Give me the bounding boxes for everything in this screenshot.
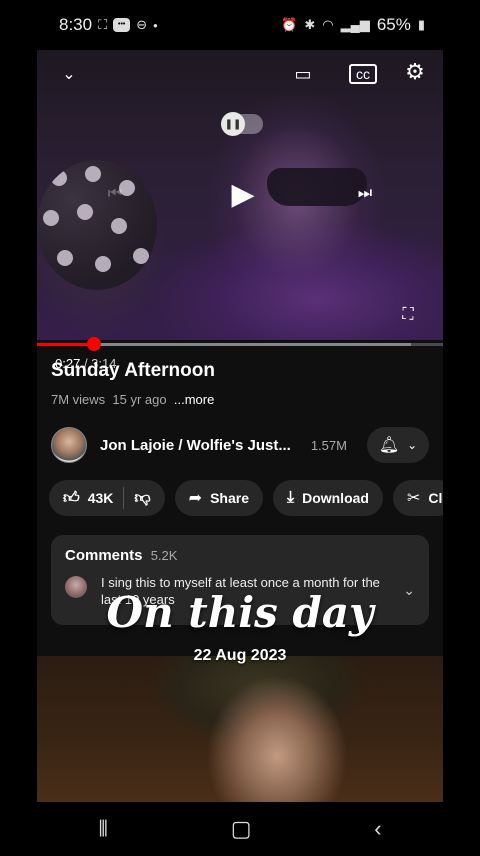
subscriber-count: 1.57M (310, 437, 347, 453)
battery-level: 65% (376, 15, 411, 34)
bluetooth-icon: ✱ (304, 17, 316, 32)
wifi-icon: ◠ (322, 17, 334, 32)
signal-icon: ▂▄▆ (340, 17, 370, 32)
clip-button[interactable]: ✂ Cl (392, 480, 443, 516)
more-link[interactable]: ...more (174, 392, 214, 407)
divider (123, 487, 125, 509)
action-bar: 👍︎ 43K 👎︎ ➦ Share ⤓ Download ✂ Cl (49, 480, 443, 516)
comments-count: 5.2K (150, 548, 178, 563)
share-icon: ➦ (188, 490, 203, 507)
video-player[interactable]: ⌄ ❚❚ ▭ cc ⚙ ⏮ ▶ ⏭ 0:27 / 3:14 ⛶ (37, 50, 443, 371)
video-meta[interactable]: 7M views 15 yr ago ...more (51, 392, 214, 407)
minimize-chevron-icon[interactable]: ⌄ (57, 62, 81, 86)
screen-capture-icon: ⛶ (98, 17, 108, 32)
autoplay-toggle[interactable]: ❚❚ (221, 112, 263, 136)
like-dislike-group: 👍︎ 43K 👎︎ (49, 480, 165, 516)
share-button[interactable]: ➦ Share (174, 480, 263, 516)
memory-date: 22 Aug 2023 (193, 647, 287, 664)
comments-heading: Comments (65, 547, 143, 564)
previous-video-icon: ⏮ (107, 185, 123, 202)
fullscreen-icon[interactable]: ⛶ (397, 304, 419, 326)
messenger-icon: ••• (113, 18, 131, 32)
alarm-icon: ⏰ (281, 17, 298, 32)
thumbs-up-icon[interactable]: 👍︎ (63, 489, 80, 508)
clip-label: Cl (428, 490, 443, 506)
progress-bar[interactable] (37, 337, 443, 351)
thumbs-down-icon[interactable]: 👎︎ (134, 489, 150, 508)
do-not-disturb-icon: ⊖ (136, 17, 148, 32)
view-count: 7M views (51, 392, 106, 407)
bell-icon: 🔔︎ (378, 437, 400, 454)
next-video-icon[interactable]: ⏭ (351, 180, 379, 208)
buffered-bar (94, 343, 411, 346)
scrubber-handle[interactable] (87, 337, 101, 351)
channel-avatar[interactable] (51, 427, 87, 463)
share-label: Share (210, 490, 249, 506)
dot-icon: • (153, 17, 158, 33)
like-count[interactable]: 43K (88, 490, 114, 506)
download-icon: ⤓ (287, 489, 295, 506)
status-bar: 8:30 ⛶ ••• ⊖ • ⏰ ✱ ◠ ▂▄▆ 65% ▮ (37, 0, 443, 50)
next-video-thumbnail[interactable] (37, 656, 443, 802)
download-label: Download (302, 490, 369, 506)
cast-icon[interactable]: ▭ (289, 60, 317, 88)
back-icon[interactable]: ‹ (374, 816, 381, 842)
channel-row[interactable]: Jon Lajoie / Wolfie's Just... 1.57M 🔔︎ ⌄ (51, 425, 429, 465)
scissors-icon: ✂ (406, 490, 421, 507)
played-bar (37, 343, 94, 346)
disco-ball-image (37, 160, 157, 290)
chevron-down-icon: ⌄ (407, 438, 418, 452)
pause-icon: ❚❚ (221, 112, 245, 136)
clock: 8:30 (59, 15, 93, 34)
notification-bell-button[interactable]: 🔔︎ ⌄ (367, 427, 429, 463)
battery-icon: ▮ (417, 17, 425, 32)
on-this-day-title: On this day (106, 588, 374, 637)
settings-gear-icon[interactable]: ⚙ (401, 58, 429, 86)
video-title: Sunday Afternoon (51, 360, 215, 381)
play-icon[interactable]: ▶ (225, 174, 261, 214)
home-icon[interactable]: ▢ (231, 816, 252, 842)
recent-apps-icon[interactable]: ⦀ (98, 816, 108, 842)
captions-icon[interactable]: cc (349, 64, 377, 84)
download-button[interactable]: ⤓ Download (273, 480, 383, 516)
android-navigation-bar: ⦀ ▢ ‹ (37, 802, 443, 856)
upload-age: 15 yr ago (112, 392, 167, 407)
channel-name[interactable]: Jon Lajoie / Wolfie's Just... (100, 437, 291, 454)
comments-header: Comments 5.2K (65, 547, 415, 564)
phone-screen: 8:30 ⛶ ••• ⊖ • ⏰ ✱ ◠ ▂▄▆ 65% ▮ ⌄ ❚❚ ▭ cc… (37, 0, 443, 856)
